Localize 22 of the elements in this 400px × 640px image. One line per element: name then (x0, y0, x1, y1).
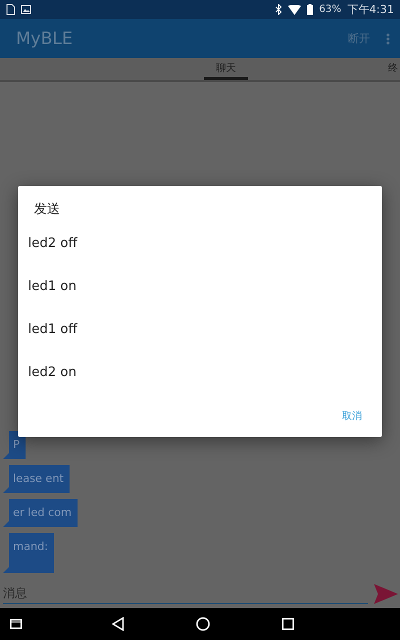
recents-icon[interactable] (282, 618, 294, 630)
command-item[interactable]: led2 off (18, 222, 382, 265)
image-icon (21, 5, 31, 14)
bluetooth-icon (275, 4, 282, 15)
command-item[interactable]: led1 on (18, 265, 382, 308)
message-bubble: er led com (3, 499, 78, 527)
app-title: MyBLE (16, 28, 74, 48)
message-bubble: P (3, 431, 26, 459)
message-field[interactable]: 消息 (3, 583, 368, 604)
dialog-title: 发送 (33, 201, 61, 219)
clock: 下午4:31 (347, 2, 394, 17)
battery-percent: 63% (319, 4, 342, 15)
command-item[interactable]: led1 off (18, 308, 382, 351)
command-item[interactable]: led2 on (18, 351, 382, 394)
window-icon[interactable] (10, 619, 22, 629)
message-bubble: mand: (3, 533, 54, 573)
file-icon (6, 4, 15, 15)
wifi-icon (288, 4, 302, 14)
message-bubble: lease ent (3, 465, 70, 493)
home-icon[interactable] (196, 617, 210, 631)
back-icon[interactable] (112, 617, 124, 631)
battery-icon (307, 4, 314, 15)
